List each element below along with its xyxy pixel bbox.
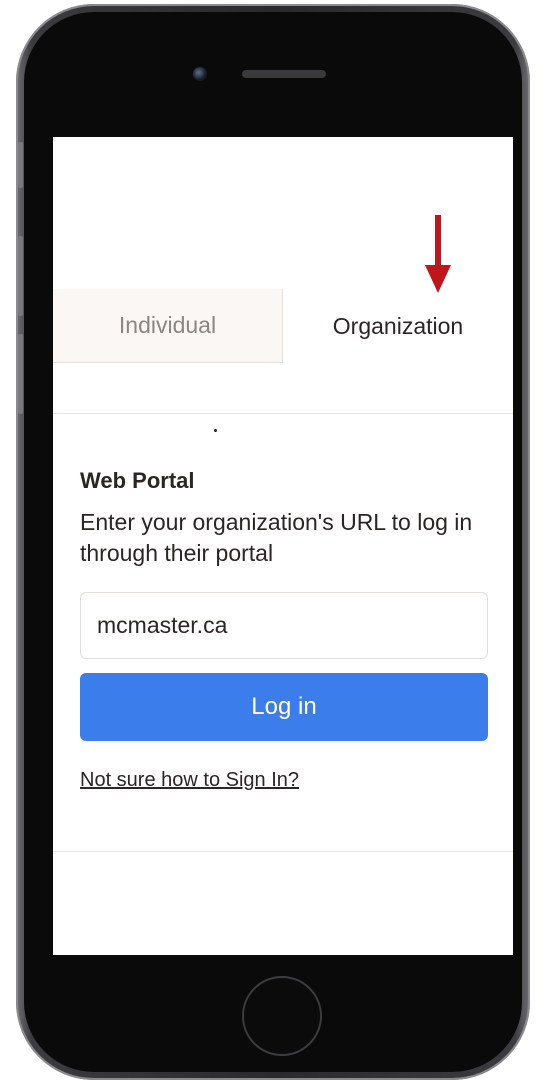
down-arrow-icon (425, 215, 451, 293)
screenshot-stage: Individual Organization Web Portal Enter… (0, 0, 546, 1084)
tab-individual-label: Individual (118, 312, 217, 338)
tab-organization[interactable]: Organization (283, 289, 513, 363)
tab-individual[interactable]: Individual (53, 289, 283, 363)
tabs-divider (53, 413, 513, 414)
mute-switch (18, 142, 23, 188)
login-button[interactable]: Log in (80, 673, 488, 741)
volume-down-button (18, 334, 23, 414)
tab-organization-label: Organization (332, 312, 464, 339)
volume-up-button (18, 236, 23, 316)
bottom-divider (53, 851, 513, 852)
web-portal-description: Enter your organization's URL to log in … (80, 509, 473, 566)
organization-url-input[interactable] (80, 592, 488, 659)
home-button[interactable] (242, 976, 322, 1056)
web-portal-title: Web Portal (80, 468, 195, 493)
front-camera-icon (193, 67, 207, 81)
decorative-dot (214, 429, 217, 432)
earpiece-speaker (242, 70, 326, 78)
sign-in-help-link[interactable]: Not sure how to Sign In? (80, 769, 299, 792)
